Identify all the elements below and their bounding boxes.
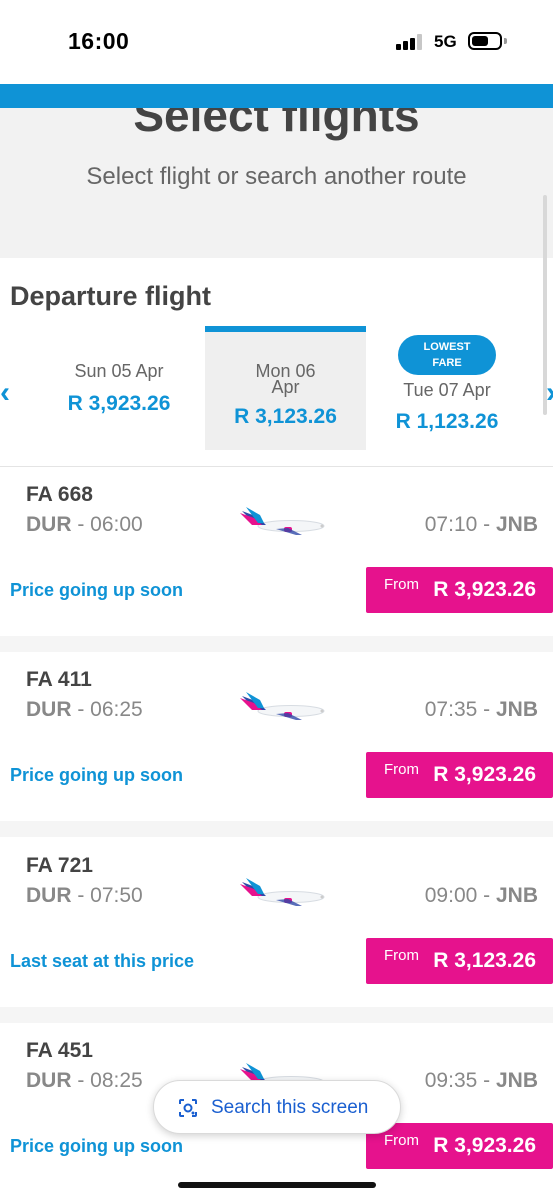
flight-number: FA 721	[26, 854, 93, 877]
flight-card[interactable]: FA 668 DUR - 06:00 07:10 - JNB Price going …	[0, 467, 553, 637]
fare-price: R 3,123.26	[433, 949, 536, 972]
page-title: Select flights	[133, 108, 420, 141]
fare-price: R 3,923.26	[433, 578, 536, 601]
date-day-label: Mon 06 Apr	[255, 361, 316, 397]
price-note: Price going up soon	[10, 1136, 184, 1156]
destination-code: JNB	[495, 698, 538, 721]
origin-code: DUR	[26, 513, 72, 536]
departure-title: Departure flight	[10, 281, 212, 311]
origin-code: DUR	[26, 698, 72, 721]
date-price: R 3,123.26	[234, 405, 337, 428]
select-fare-button[interactable]: From R 3,923.26	[366, 1123, 553, 1169]
date-price: R 3,923.26	[67, 392, 171, 415]
select-fare-button[interactable]: From R 3,923.26	[366, 567, 553, 613]
arrival-info: 07:10 - JNB	[424, 513, 538, 536]
date-option-mon-06-apr[interactable]: Mon 06 Apr R 3,123.26	[205, 326, 366, 450]
destination-code: JNB	[495, 884, 538, 907]
signal-icon	[396, 34, 426, 50]
flight-card[interactable]: FA 721 DUR - 07:50 09:00 - JNB Last seat at…	[0, 838, 553, 1008]
arrival-time: 09:00	[424, 884, 478, 907]
arrival-info: 07:35 - JNB	[424, 698, 538, 721]
from-label: From	[384, 576, 419, 593]
flight-number: FA 411	[26, 668, 92, 691]
chevron-left-icon[interactable]: ‹	[0, 378, 10, 408]
lowest-fare-label: LOWEST FARE	[423, 341, 471, 369]
price-note: Price going up soon	[10, 765, 184, 785]
destination-code: JNB	[495, 1069, 538, 1092]
arrival-time: 07:35	[424, 698, 478, 721]
date-day-label: Tue 07 Apr	[403, 380, 491, 400]
departure-time: 08:25	[90, 1069, 143, 1092]
date-selector: ‹ Sun 05 Apr R 3,923.26 Mon 06 Apr R 3,1…	[0, 326, 553, 452]
card-separator	[0, 636, 553, 652]
select-fare-button[interactable]: From R 3,923.26	[366, 752, 553, 798]
departure-time: 07:50	[90, 884, 143, 907]
from-label: From	[384, 1132, 419, 1149]
page-header: Select flights Select flight or search a…	[0, 108, 553, 258]
lens-icon	[179, 1099, 197, 1117]
departure-info: DUR - 08:25	[26, 1069, 143, 1092]
home-indicator[interactable]	[178, 1182, 376, 1188]
flight-card[interactable]: FA 411 DUR - 06:25 07:35 - JNB Price going …	[0, 652, 553, 822]
origin-code: DUR	[26, 884, 72, 907]
date-option-sun-05-apr[interactable]: Sun 05 Apr R 3,923.26	[38, 326, 200, 450]
arrival-info: 09:35 - JNB	[424, 1069, 538, 1092]
card-separator	[0, 1007, 553, 1023]
from-label: From	[384, 761, 419, 778]
departure-time: 06:25	[90, 698, 143, 721]
airplane-icon	[236, 874, 326, 908]
departure-time: 06:00	[90, 513, 143, 536]
select-fare-button[interactable]: From R 3,123.26	[366, 938, 553, 984]
arrival-info: 09:00 - JNB	[424, 884, 538, 907]
destination-code: JNB	[495, 513, 538, 536]
chevron-right-icon[interactable]: ›	[546, 378, 553, 408]
departure-info: DUR - 06:00	[26, 513, 143, 536]
flight-number: FA 668	[26, 483, 93, 506]
from-label: From	[384, 947, 419, 964]
airplane-icon	[236, 503, 326, 537]
brand-strip	[0, 84, 553, 108]
arrival-time: 09:35	[424, 1069, 478, 1092]
airplane-icon	[236, 688, 326, 722]
date-day-label: Sun 05 Apr	[74, 361, 164, 381]
date-price: R 1,123.26	[395, 410, 499, 433]
origin-code: DUR	[26, 1069, 72, 1092]
arrival-time: 07:10	[424, 513, 478, 536]
lowest-fare-badge: LOWEST FARE	[398, 335, 496, 375]
search-this-screen-button[interactable]: Search this screen	[153, 1080, 401, 1134]
card-separator	[0, 821, 553, 837]
page-subtitle: Select flight or search another route	[86, 163, 467, 190]
battery-icon	[468, 32, 502, 50]
search-this-screen-label: Search this screen	[211, 1097, 369, 1118]
departure-info: DUR - 06:25	[26, 698, 143, 721]
network-label: 5G	[434, 32, 457, 51]
price-note: Last seat at this price	[10, 951, 195, 971]
fare-price: R 3,923.26	[433, 763, 536, 786]
flight-number: FA 451	[26, 1039, 93, 1062]
fare-price: R 3,923.26	[433, 1134, 536, 1157]
status-bar: 16:00 5G	[0, 0, 553, 84]
status-time: 16:00	[68, 28, 130, 54]
price-note: Price going up soon	[10, 580, 184, 600]
departure-info: DUR - 07:50	[26, 884, 143, 907]
